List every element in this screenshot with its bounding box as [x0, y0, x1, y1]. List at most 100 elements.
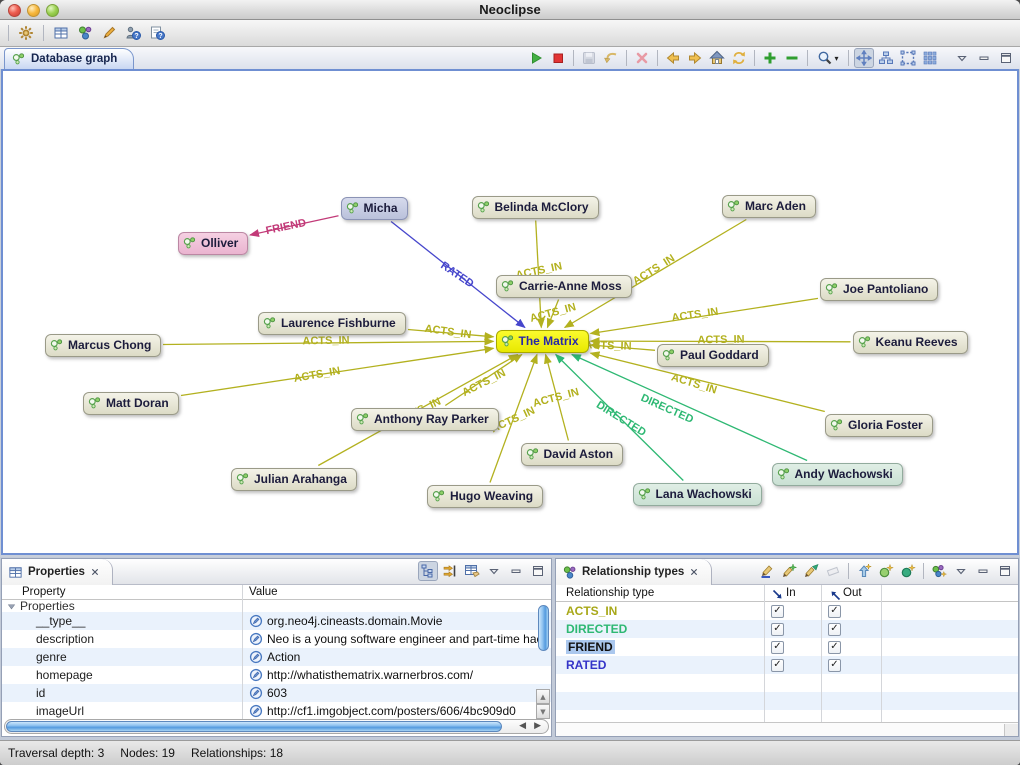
property-row[interactable]: descriptionNeo is a young software engin… — [2, 630, 551, 648]
relationship-type-row[interactable]: DIRECTED✓✓ — [556, 620, 1018, 638]
radial-layout-button[interactable] — [898, 48, 918, 68]
grid-layout-button[interactable] — [920, 48, 940, 68]
show-graph-view-button[interactable] — [75, 23, 95, 43]
revert-button[interactable] — [601, 48, 621, 68]
column-divider[interactable] — [242, 585, 243, 720]
preferences-button[interactable] — [16, 23, 36, 43]
property-row[interactable]: __type__org.neo4j.cineasts.domain.Movie — [2, 612, 551, 630]
property-row[interactable]: homepagehttp://whatisthematrix.warnerbro… — [2, 666, 551, 684]
spring-layout-button[interactable] — [854, 48, 874, 68]
maximize-editor-button[interactable] — [996, 48, 1016, 68]
column-divider[interactable] — [764, 585, 765, 722]
tab-database-graph[interactable]: Database graph — [4, 48, 134, 69]
increase-traversal-depth-button[interactable] — [760, 48, 780, 68]
horizontal-scrollbar-track[interactable] — [556, 722, 1018, 736]
scroll-right-button[interactable]: ▶ — [534, 721, 541, 731]
graph-node-matrix[interactable]: The Matrix — [496, 330, 589, 353]
graph-node-micha[interactable]: Micha — [341, 197, 408, 220]
filter-properties-button[interactable] — [440, 561, 460, 581]
add-relationship-button[interactable] — [854, 561, 874, 581]
graph-node-lana[interactable]: Lana Wachowski — [633, 483, 762, 506]
graph-node-julian[interactable]: Julian Arahanga — [231, 468, 357, 491]
decrease-traversal-depth-button[interactable] — [782, 48, 802, 68]
decorate-button[interactable] — [99, 23, 119, 43]
tree-layout-button[interactable] — [876, 48, 896, 68]
column-header-in[interactable]: In — [764, 585, 821, 601]
zoom-button[interactable]: ▾ — [813, 48, 843, 68]
column-header-out[interactable]: Out — [821, 585, 881, 601]
property-category-row[interactable]: Properties — [2, 600, 551, 612]
graph-node-anthony[interactable]: Anthony Ray Parker — [351, 408, 499, 431]
in-checkbox[interactable]: ✓ — [771, 641, 784, 654]
minimize-relationships-button[interactable] — [973, 561, 993, 581]
in-checkbox[interactable]: ✓ — [771, 605, 784, 618]
graph-node-carrie[interactable]: Carrie-Anne Moss — [496, 275, 632, 298]
tab-properties[interactable]: Properties — [2, 559, 113, 585]
mark-start-nodes-button[interactable] — [779, 561, 799, 581]
out-checkbox[interactable]: ✓ — [828, 605, 841, 618]
maximize-relationships-button[interactable] — [995, 561, 1015, 581]
graph-node-andy[interactable]: Andy Wachowski — [772, 463, 903, 486]
new-property-button[interactable] — [462, 561, 482, 581]
disclosure-triangle-icon[interactable] — [6, 601, 20, 612]
property-row[interactable]: genreAction — [2, 648, 551, 666]
out-checkbox[interactable]: ✓ — [828, 623, 841, 636]
column-header-value[interactable]: Value — [242, 585, 551, 599]
view-menu-button[interactable] — [952, 48, 972, 68]
back-button[interactable] — [663, 48, 683, 68]
graph-node-olliver[interactable]: Olliver — [178, 232, 248, 255]
mark-relationship-button[interactable] — [757, 561, 777, 581]
graph-node-david[interactable]: David Aston — [521, 443, 624, 466]
scroll-up-button[interactable]: ▲ — [536, 689, 550, 704]
in-checkbox[interactable]: ✓ — [771, 659, 784, 672]
graph-node-laurence[interactable]: Laurence Fishburne — [258, 312, 406, 335]
graph-node-joe[interactable]: Joe Pantoliano — [820, 278, 938, 301]
show-categories-button[interactable] — [418, 561, 438, 581]
property-row[interactable]: imageUrlhttp://cf1.imgobject.com/posters… — [2, 702, 551, 720]
tab-relationship-types[interactable]: Relationship types — [556, 559, 712, 585]
stop-database-button[interactable] — [548, 48, 568, 68]
horizontal-scrollbar[interactable]: ◀ ▶ — [4, 719, 549, 734]
show-reference-node-button[interactable] — [707, 48, 727, 68]
out-checkbox[interactable]: ✓ — [828, 641, 841, 654]
scroll-down-button[interactable]: ▼ — [536, 704, 550, 719]
column-divider[interactable] — [881, 585, 882, 722]
column-header-relationship-type[interactable]: Relationship type — [556, 585, 764, 601]
delete-button[interactable] — [632, 48, 652, 68]
vertical-scrollbar-thumb[interactable] — [538, 605, 549, 651]
graph-node-marcus[interactable]: Marcus Chong — [45, 334, 161, 357]
scroll-left-button[interactable]: ◀ — [519, 721, 526, 731]
column-header-property[interactable]: Property — [2, 585, 242, 599]
graph-node-hugo[interactable]: Hugo Weaving — [427, 485, 543, 508]
graph-node-marc[interactable]: Marc Aden — [722, 195, 816, 218]
show-table-view-button[interactable] — [51, 23, 71, 43]
close-icon[interactable] — [90, 567, 100, 577]
minimize-properties-button[interactable] — [506, 561, 526, 581]
maximize-properties-button[interactable] — [528, 561, 548, 581]
relationship-type-row[interactable]: ACTS_IN✓✓ — [556, 602, 1018, 620]
refresh-button[interactable] — [729, 48, 749, 68]
start-database-button[interactable] — [526, 48, 546, 68]
help-button[interactable]: ? — [123, 23, 143, 43]
cheat-sheets-button[interactable]: ? — [147, 23, 167, 43]
properties-view-menu-button[interactable] — [484, 561, 504, 581]
minimize-editor-button[interactable] — [974, 48, 994, 68]
graph-node-gloria[interactable]: Gloria Foster — [825, 414, 933, 437]
out-checkbox[interactable]: ✓ — [828, 659, 841, 672]
mark-end-nodes-button[interactable] — [801, 561, 821, 581]
horizontal-scrollbar-thumb[interactable] — [6, 721, 502, 732]
in-checkbox[interactable]: ✓ — [771, 623, 784, 636]
graph-canvas[interactable]: Micha Olliver Belinda McClory Marc Aden Carr… — [3, 71, 1017, 553]
graph-node-belinda[interactable]: Belinda McClory — [472, 196, 599, 219]
graph-node-paul[interactable]: Paul Goddard — [657, 344, 769, 367]
forward-button[interactable] — [685, 48, 705, 68]
add-outgoing-node-button[interactable] — [876, 561, 896, 581]
new-relationship-type-button[interactable] — [929, 561, 949, 581]
property-row[interactable]: id603 — [2, 684, 551, 702]
close-icon[interactable] — [689, 567, 699, 577]
add-incoming-node-button[interactable] — [898, 561, 918, 581]
column-divider[interactable] — [821, 585, 822, 722]
relationship-type-row[interactable]: RATED✓✓ — [556, 656, 1018, 674]
relationships-view-menu-button[interactable] — [951, 561, 971, 581]
graph-node-keanu[interactable]: Keanu Reeves — [853, 331, 968, 354]
